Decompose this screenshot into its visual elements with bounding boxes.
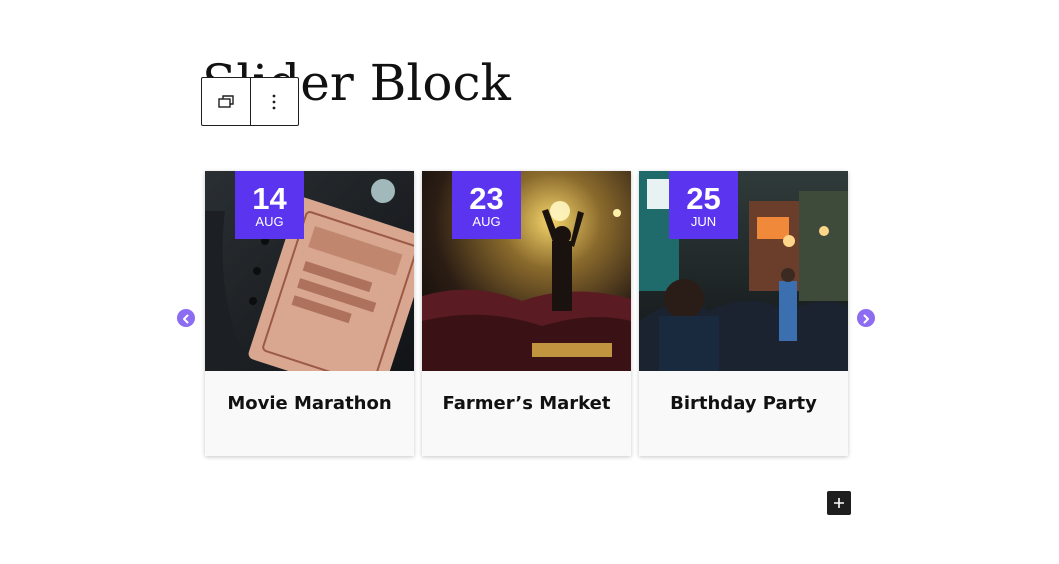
date-day: 25 [686, 181, 721, 216]
transform-block-button[interactable] [202, 78, 250, 125]
chevron-right-icon [861, 309, 871, 328]
date-month: AUG [255, 214, 284, 229]
add-block-button[interactable] [827, 491, 851, 515]
plus-icon [833, 494, 845, 513]
date-month: JUN [690, 214, 717, 229]
slider-card[interactable]: 25 JUN Birthday Party [639, 171, 848, 456]
slider-next-button[interactable] [857, 309, 875, 327]
date-day: 23 [469, 181, 504, 216]
chevron-left-icon [181, 309, 191, 328]
card-title[interactable]: Birthday Party [639, 392, 848, 416]
ticket-coupon-photo: 14 AUG [205, 171, 414, 371]
slider-prev-button[interactable] [177, 309, 195, 327]
more-vertical-icon [271, 93, 277, 111]
date-badge: 14 AUG [235, 171, 304, 239]
editor-canvas: Slider Block 14 AUG Movie Marathon 23 AU… [0, 0, 1059, 564]
block-toolbar [201, 77, 299, 126]
card-title[interactable]: Farmer’s Market [422, 392, 631, 416]
slider-card[interactable]: 23 AUG Farmer’s Market [422, 171, 631, 456]
date-day: 14 [252, 181, 287, 216]
date-month: AUG [472, 214, 501, 229]
more-options-button[interactable] [249, 78, 299, 125]
concert-stage-photo: 23 AUG [422, 171, 631, 371]
date-badge: 25 JUN [669, 171, 738, 239]
date-badge: 23 AUG [452, 171, 521, 239]
transform-icon [216, 92, 236, 112]
night-street-crowd-photo: 25 JUN [639, 171, 848, 371]
slider-card[interactable]: 14 AUG Movie Marathon [205, 171, 414, 456]
card-title[interactable]: Movie Marathon [205, 392, 414, 416]
